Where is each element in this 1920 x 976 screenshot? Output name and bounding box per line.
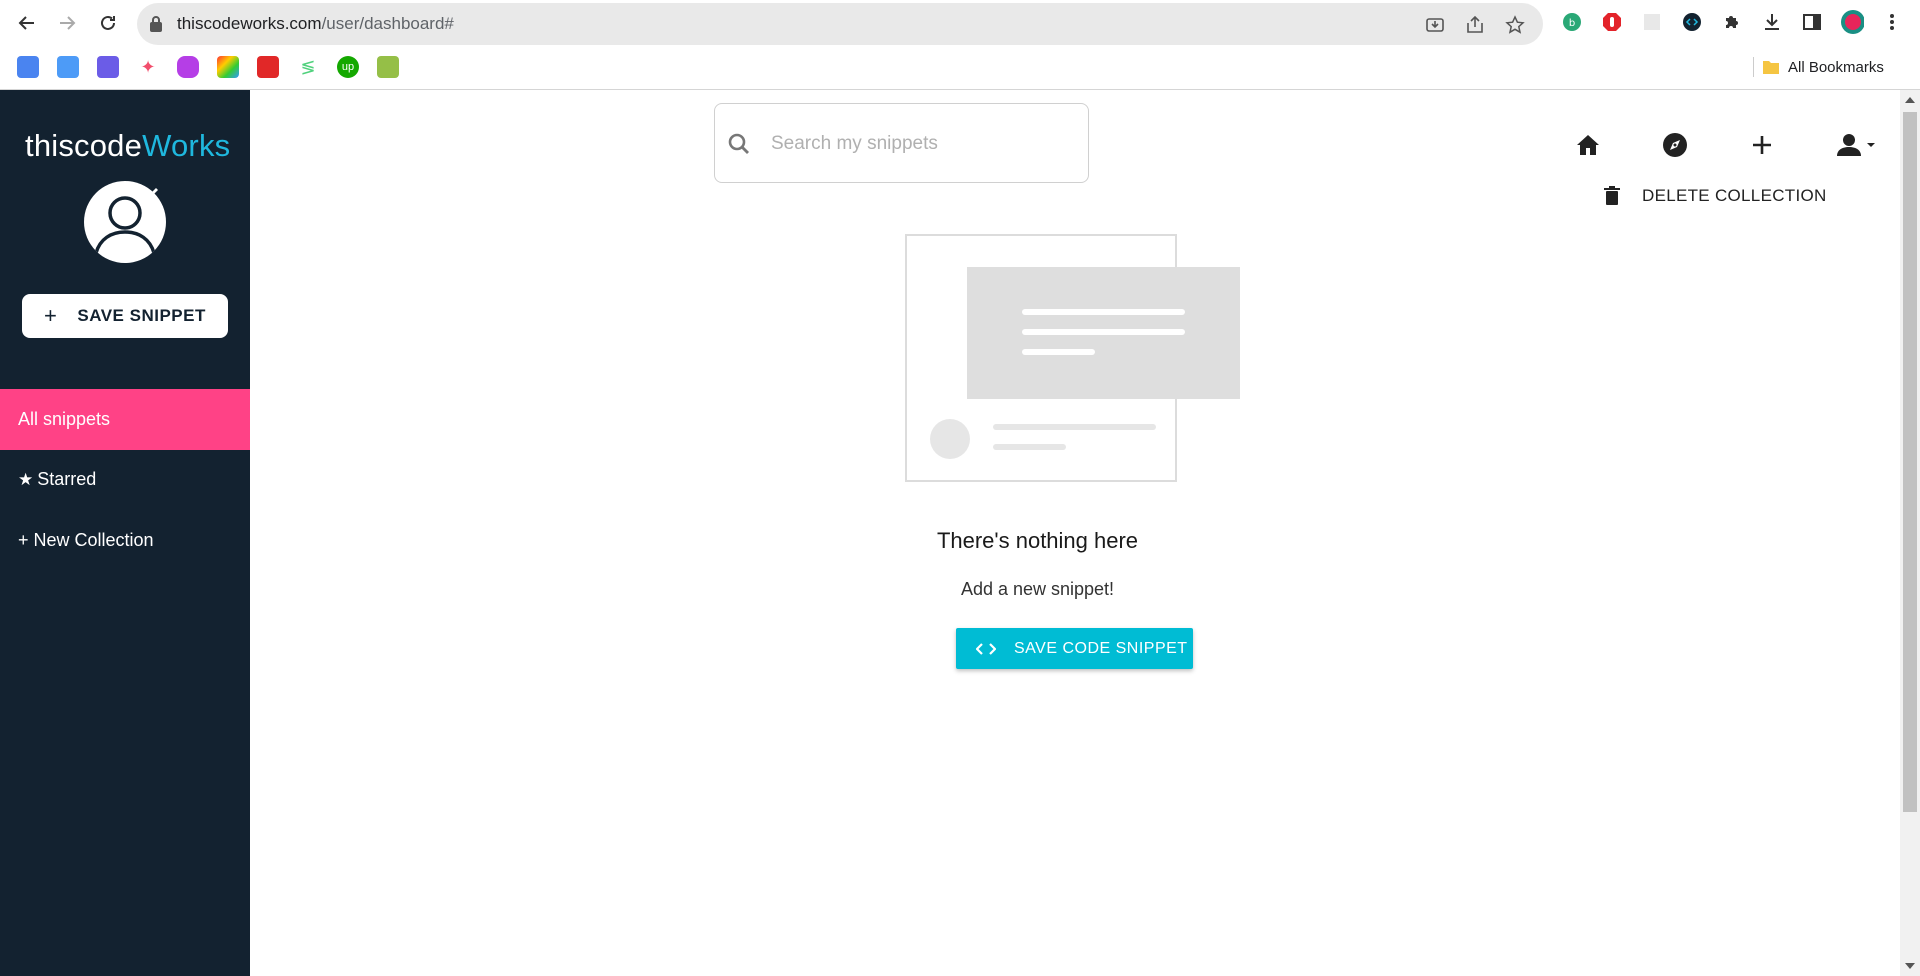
install-app-icon[interactable] <box>1424 14 1446 36</box>
code-extension-icon[interactable] <box>1680 10 1704 34</box>
explore-compass-icon[interactable] <box>1660 130 1690 160</box>
sidebar-item-label: + New Collection <box>18 530 154 550</box>
upwork-icon[interactable]: up <box>337 56 359 78</box>
calendar-icon[interactable] <box>57 56 79 78</box>
empty-state-title: There's nothing here <box>936 528 1139 553</box>
sidebar: thiscodeWorks + SAVE SNIPPET All snippet… <box>0 90 250 976</box>
search-icon <box>728 133 749 154</box>
star-icon: ★ <box>18 469 34 489</box>
upwork-leaf-icon[interactable]: ≶ <box>297 56 319 78</box>
blank-extension-icon[interactable] <box>1640 10 1664 34</box>
forward-arrow-icon <box>60 16 76 30</box>
puzzle-extensions-icon[interactable] <box>1720 10 1744 34</box>
url-host: thiscodeworks.com <box>177 14 322 33</box>
save-code-snippet-label: SAVE CODE SNIPPET <box>1014 639 1188 657</box>
forward-button[interactable] <box>52 8 82 38</box>
figma-icon[interactable]: ✦ <box>137 56 159 78</box>
delete-collection-label: DELETE COLLECTION <box>1642 186 1827 205</box>
empty-state-illustration <box>905 234 1240 482</box>
folder-icon <box>1763 61 1779 74</box>
bot-icon[interactable] <box>177 56 199 78</box>
save-snippet-label: SAVE SNIPPET <box>77 306 206 325</box>
profile-icon[interactable] <box>1840 10 1864 34</box>
plus-icon: + <box>44 303 58 328</box>
address-bar[interactable]: thiscodeworks.com/user/dashboard# <box>137 3 1543 45</box>
reload-button[interactable] <box>93 8 123 38</box>
sidebar-item-label: All snippets <box>18 409 111 429</box>
account-menu-icon[interactable] <box>1834 130 1878 160</box>
save-code-snippet-button[interactable]: SAVE CODE SNIPPET <box>956 628 1193 669</box>
shopify-icon[interactable] <box>377 56 399 78</box>
sidebar-item-starred[interactable]: ★ Starred <box>0 449 250 510</box>
main-content: DELETE COLLECTION There's nothing here A… <box>250 90 1900 976</box>
logo-text: thiscode <box>25 128 143 163</box>
search-box[interactable] <box>714 103 1089 183</box>
side-panel-icon[interactable] <box>1800 10 1824 34</box>
all-bookmarks-label: All Bookmarks <box>1788 58 1884 76</box>
scroll-thumb[interactable] <box>1903 112 1917 812</box>
grammar-extension-icon[interactable]: b <box>1560 10 1584 34</box>
back-arrow-icon <box>18 16 34 30</box>
scroll-up-arrow-icon[interactable] <box>1905 95 1915 105</box>
adblock-extension-icon[interactable] <box>1600 10 1624 34</box>
url-text: thiscodeworks.com/user/dashboard# <box>177 14 454 34</box>
share-icon[interactable] <box>1464 14 1486 36</box>
all-bookmarks-button[interactable]: All Bookmarks <box>1762 56 1884 78</box>
svg-text:b: b <box>1569 18 1575 29</box>
sidebar-item-label: Starred <box>37 469 97 489</box>
url-path: /user/dashboard# <box>321 14 454 33</box>
edit-pencil-icon[interactable] <box>148 186 160 198</box>
empty-state-subtitle: Add a new snippet! <box>960 579 1115 599</box>
app-store-icon[interactable] <box>97 56 119 78</box>
site-logo[interactable]: thiscodeWorks <box>25 128 230 164</box>
flipboard-icon[interactable] <box>257 56 279 78</box>
search-input[interactable] <box>771 126 1071 162</box>
code-brackets-icon <box>976 642 996 656</box>
browser-chrome: thiscodeworks.com/user/dashboard# b ✦ ≶ … <box>0 0 1920 90</box>
add-icon[interactable] <box>1747 130 1777 160</box>
logo-accent-text: Works <box>142 128 231 163</box>
save-snippet-button[interactable]: + SAVE SNIPPET <box>22 294 228 338</box>
google-translate-icon[interactable] <box>17 56 39 78</box>
photos-icon[interactable] <box>217 56 239 78</box>
sidebar-item-new-collection[interactable]: + New Collection <box>0 510 250 571</box>
bookmark-separator <box>1753 57 1754 77</box>
downloads-icon[interactable] <box>1760 10 1784 34</box>
home-icon[interactable] <box>1573 130 1603 160</box>
bookmark-star-icon[interactable] <box>1504 14 1526 36</box>
back-button[interactable] <box>12 8 42 38</box>
scroll-down-arrow-icon[interactable] <box>1905 961 1915 971</box>
sidebar-item-all-snippets[interactable]: All snippets <box>0 389 250 450</box>
delete-collection-button[interactable]: DELETE COLLECTION <box>1604 180 1827 212</box>
trash-icon <box>1604 186 1620 205</box>
reload-icon <box>101 15 115 30</box>
page-scrollbar[interactable] <box>1900 90 1920 976</box>
lock-icon <box>149 15 163 38</box>
menu-icon[interactable] <box>1880 10 1904 34</box>
